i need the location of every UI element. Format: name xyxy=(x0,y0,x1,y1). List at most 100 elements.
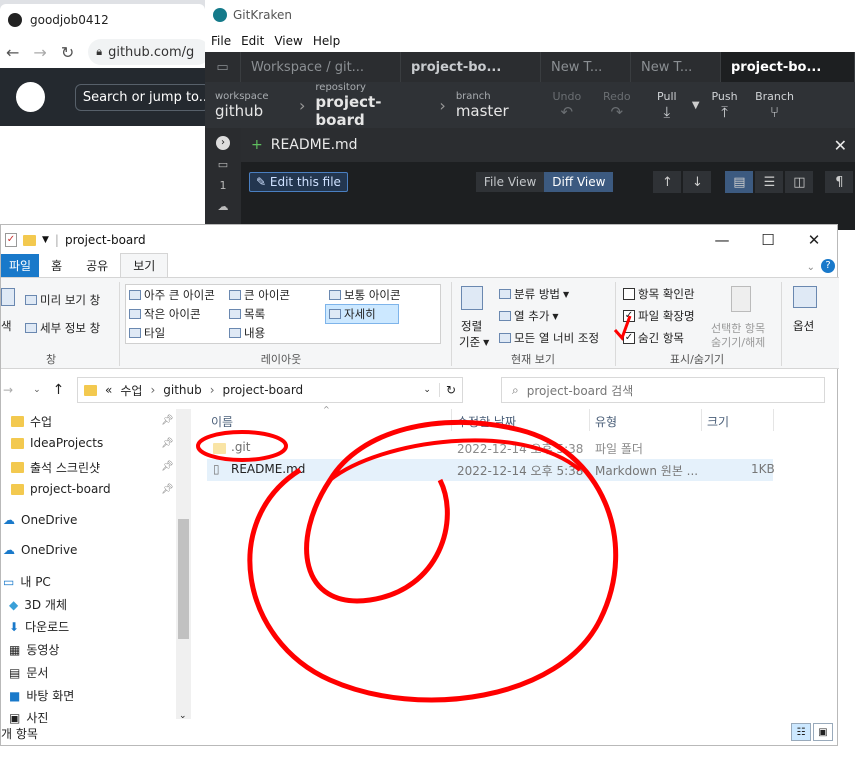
pin-icon[interactable]: 📌︎ xyxy=(161,461,174,472)
github-search-input[interactable]: Search or jump to... xyxy=(74,83,210,111)
column-size[interactable]: 크기 xyxy=(707,413,729,430)
pin-icon[interactable]: 📌︎ xyxy=(161,415,174,426)
sort-button[interactable]: 기준 ▼ xyxy=(459,334,489,350)
url-bar[interactable]: 🔒︎ github.com/g xyxy=(88,39,210,65)
breadcrumb-item[interactable]: 수업 xyxy=(120,382,142,399)
nav-item-desktop[interactable]: ■ 바탕 화면 xyxy=(9,687,74,704)
redo-button[interactable]: Redo ↷ xyxy=(592,90,642,121)
close-icon[interactable]: ✕ xyxy=(834,136,847,155)
workspace-selector[interactable]: workspace github xyxy=(205,91,299,120)
split-view-icon[interactable]: ◫ xyxy=(785,171,814,193)
forward-arrow-icon[interactable]: → xyxy=(3,383,13,397)
file-row-readme[interactable]: ▯ README.md 2022-12-14 오후 5:38 Markdown … xyxy=(207,459,775,481)
browser-tab[interactable]: goodjob0412 xyxy=(0,4,205,36)
arrow-up-icon[interactable]: ↑ xyxy=(653,171,682,193)
cloud-icon[interactable]: ☁ xyxy=(218,200,229,213)
menu-view[interactable]: View xyxy=(274,34,302,48)
tab-workspace[interactable]: Workspace / git... xyxy=(241,52,401,82)
maximize-icon[interactable]: ☐ xyxy=(745,225,791,255)
preview-pane-button[interactable]: 미리 보기 창 xyxy=(25,292,100,308)
layout-details[interactable]: 자세히 xyxy=(325,304,399,324)
forward-icon[interactable]: → xyxy=(33,43,46,62)
layout-medium[interactable]: 보통 아이콘 xyxy=(329,287,401,303)
nav-item-class[interactable]: 수업 xyxy=(11,413,52,430)
menu-help[interactable]: Help xyxy=(313,34,340,48)
pin-icon[interactable]: 📌︎ xyxy=(161,484,174,495)
nav-item-videos[interactable]: ▦ 동영상 xyxy=(9,641,59,658)
refresh-icon[interactable]: ↻ xyxy=(438,383,462,397)
address-dropdown-icon[interactable]: ⌄ xyxy=(423,385,431,395)
nav-item-ideaprojects[interactable]: IdeaProjects xyxy=(11,436,103,450)
file-row-git[interactable]: .git 2022-12-14 오후 5:38 파일 폴더 xyxy=(207,437,773,459)
ribbon-expand-icon[interactable]: ⌄ xyxy=(807,262,815,277)
tab-file[interactable]: 파일 xyxy=(1,254,40,277)
diff-view-button[interactable]: Diff View xyxy=(544,172,614,192)
edit-file-button[interactable]: ✎ Edit this file xyxy=(249,172,348,192)
branch-button[interactable]: Branch ⑂ xyxy=(750,90,800,121)
tab-share[interactable]: 공유 xyxy=(74,254,120,277)
help-icon[interactable]: ? xyxy=(821,259,835,273)
hunk-view-icon[interactable]: ▤ xyxy=(725,171,754,193)
properties-icon[interactable]: ✓ xyxy=(5,233,17,247)
pull-dropdown-icon[interactable]: ▼ xyxy=(692,100,700,111)
details-view-icon[interactable]: ☷ xyxy=(791,723,811,741)
options-icon[interactable] xyxy=(793,286,817,308)
group-by-button[interactable]: 분류 방법 ▼ xyxy=(499,286,569,302)
details-pane-button[interactable]: 세부 정보 창 xyxy=(25,320,100,336)
nav-item-onedrive-1[interactable]: ☁ OneDrive xyxy=(3,513,77,527)
whitespace-icon[interactable]: ¶ xyxy=(825,171,854,193)
layout-small[interactable]: 작은 아이콘 xyxy=(129,306,201,322)
local-icon[interactable]: ▭ xyxy=(218,158,228,171)
undo-button[interactable]: Undo ↶ xyxy=(542,90,592,121)
search-box[interactable]: ⌕ project-board 검색 xyxy=(501,377,825,403)
nav-item-pictures[interactable]: ▣ 사진 xyxy=(9,709,48,726)
nav-pane-button[interactable] xyxy=(1,288,15,306)
item-checkbox-toggle[interactable]: 항목 확인란 xyxy=(623,286,695,302)
breadcrumb-item[interactable]: github xyxy=(163,383,201,397)
quick-access-dropdown-icon[interactable]: ▼ xyxy=(42,235,49,245)
github-logo-icon[interactable] xyxy=(16,82,45,112)
tab-project-board-active[interactable]: project-bo... xyxy=(721,52,855,82)
tab-home[interactable]: 홈 xyxy=(39,254,74,277)
sort-icon[interactable] xyxy=(461,286,483,310)
column-type[interactable]: 유형 xyxy=(595,413,617,430)
up-arrow-icon[interactable]: ↑ xyxy=(53,382,65,398)
scroll-down-icon[interactable]: ⌄ xyxy=(179,711,187,721)
nav-scroll-thumb[interactable] xyxy=(178,519,189,639)
large-icons-view-icon[interactable]: ▣ xyxy=(813,723,833,741)
tab-project-board-1[interactable]: project-bo... xyxy=(401,52,541,82)
menu-file[interactable]: File xyxy=(211,34,231,48)
layout-list[interactable]: 목록 xyxy=(229,306,265,322)
breadcrumb-item[interactable]: project-board xyxy=(223,383,304,397)
tab-new-2[interactable]: New T... xyxy=(631,52,721,82)
column-date[interactable]: 수정한 날짜 xyxy=(457,413,516,430)
new-folder-icon[interactable] xyxy=(23,234,36,246)
layout-extra-large[interactable]: 아주 큰 아이콘 xyxy=(129,287,215,303)
nav-item-onedrive-2[interactable]: ☁ OneDrive xyxy=(3,543,77,557)
push-button[interactable]: Push ⤒ xyxy=(700,90,750,121)
minimize-icon[interactable]: — xyxy=(699,225,745,255)
breadcrumb-overflow[interactable]: « xyxy=(105,383,112,397)
close-window-icon[interactable]: ✕ xyxy=(791,225,837,255)
layout-large[interactable]: 큰 아이콘 xyxy=(229,287,290,303)
nav-item-documents[interactable]: ▤ 문서 xyxy=(9,664,48,681)
tab-view[interactable]: 보기 xyxy=(120,253,169,277)
hidden-items-toggle[interactable]: ✓ 숨긴 항목 xyxy=(623,330,684,346)
reload-icon[interactable]: ↻ xyxy=(61,43,74,62)
nav-item-3d-objects[interactable]: ◆ 3D 개체 xyxy=(9,596,67,613)
file-view-button[interactable]: File View xyxy=(475,172,545,192)
inline-view-icon[interactable]: ☰ xyxy=(755,171,784,193)
options-button[interactable]: 옵션 xyxy=(793,318,814,334)
file-ext-toggle[interactable]: ✓ 파일 확장명 xyxy=(623,308,695,324)
arrow-down-icon[interactable]: ↓ xyxy=(683,171,712,193)
layout-tiles[interactable]: 타일 xyxy=(129,325,165,341)
nav-item-attendance[interactable]: 출석 스크린샷 xyxy=(11,459,100,476)
pull-button[interactable]: Pull ⤓ xyxy=(642,90,692,121)
back-icon[interactable]: ← xyxy=(6,43,19,62)
branch-selector[interactable]: branch master xyxy=(446,91,542,120)
menu-edit[interactable]: Edit xyxy=(241,34,264,48)
add-column-button[interactable]: 열 추가 ▼ xyxy=(499,308,559,324)
history-dropdown-icon[interactable]: ⌄ xyxy=(33,385,41,395)
layout-content[interactable]: 내용 xyxy=(229,325,265,341)
repository-selector[interactable]: repository project-board xyxy=(305,82,439,129)
